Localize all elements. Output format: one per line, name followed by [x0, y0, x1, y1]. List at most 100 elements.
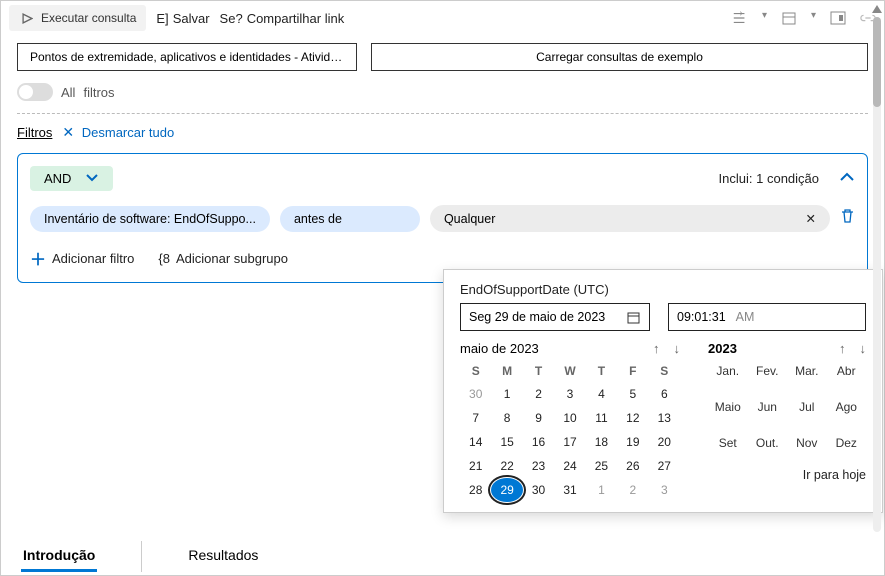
calendar-day[interactable]: 24	[554, 454, 585, 478]
calendar-day[interactable]: 1	[586, 478, 617, 502]
calendar-dow: F	[617, 364, 648, 378]
calendar-day[interactable]: 14	[460, 430, 491, 454]
tab-introduction[interactable]: Introdução	[21, 541, 97, 572]
calendar-month-cell[interactable]: Out.	[748, 436, 788, 450]
run-query-button[interactable]: Executar consulta	[9, 5, 146, 31]
calendar-day[interactable]: 11	[586, 406, 617, 430]
save-icon-text: E]	[156, 11, 168, 26]
calendar-day[interactable]: 31	[554, 478, 585, 502]
filter-value-pill[interactable]: Qualquer ✕	[430, 205, 830, 232]
calendar-day[interactable]: 19	[617, 430, 648, 454]
calendar-day[interactable]: 27	[649, 454, 680, 478]
scroll-up-icon[interactable]	[872, 5, 882, 13]
calendar-day[interactable]: 15	[491, 430, 522, 454]
panel-icon[interactable]	[830, 10, 846, 26]
prev-year-button[interactable]: ↑	[839, 341, 846, 356]
clear-all-button[interactable]: ✕ Desmarcar tudo	[62, 124, 174, 141]
calendar-day[interactable]: 5	[617, 382, 648, 406]
calendar-day[interactable]: 4	[586, 382, 617, 406]
calendar-month-cell[interactable]: Jul	[787, 400, 827, 414]
tab-results[interactable]: Resultados	[186, 541, 260, 572]
popup-title: EndOfSupportDate (UTC)	[460, 282, 866, 297]
calendar-day[interactable]: 2	[523, 382, 554, 406]
calendar-month-cell[interactable]: Mar.	[787, 364, 827, 378]
calendar-day[interactable]: 26	[617, 454, 648, 478]
calendar-day[interactable]: 1	[491, 382, 522, 406]
calendar-day[interactable]: 3	[554, 382, 585, 406]
breadcrumb-text: Pontos de extremidade, aplicativos e ide…	[30, 50, 354, 64]
calendar-day[interactable]: 12	[617, 406, 648, 430]
calendar-day[interactable]: 13	[649, 406, 680, 430]
calendar-month-cell[interactable]: Abr	[827, 364, 867, 378]
calendar-day[interactable]: 20	[649, 430, 680, 454]
clear-value-icon[interactable]: ✕	[806, 211, 816, 226]
calendar-month-cell[interactable]: Jan.	[708, 364, 748, 378]
load-examples-label: Carregar consultas de exemplo	[536, 50, 703, 64]
calendar-month-cell[interactable]: Jun	[748, 400, 788, 414]
filter-value-text: Qualquer	[444, 212, 495, 226]
calendar-day[interactable]: 30	[523, 478, 554, 502]
calendar-month-label[interactable]: maio de 2023	[460, 341, 653, 356]
calendar-day[interactable]: 17	[554, 430, 585, 454]
calendar-icon[interactable]	[781, 10, 797, 26]
delete-filter-button[interactable]	[840, 208, 855, 229]
chevron-down-icon[interactable]: ▾	[811, 10, 816, 26]
time-input[interactable]: 09:01:31 AM	[668, 303, 866, 331]
subgroup-icon-text: {8	[158, 251, 170, 266]
calendar-month-cell[interactable]: Maio	[708, 400, 748, 414]
calendar-year-label[interactable]: 2023	[708, 341, 839, 356]
chevron-down-icon[interactable]: ▾	[762, 10, 767, 26]
filter-field-pill[interactable]: Inventário de software: EndOfSuppo...	[30, 206, 270, 232]
toggle-filters-label: filtros	[83, 85, 114, 100]
run-query-label: Executar consulta	[41, 11, 136, 25]
chevron-down-icon	[85, 171, 99, 186]
and-operator-dropdown[interactable]: AND	[30, 166, 113, 191]
filter-operator-pill[interactable]: antes de	[280, 206, 420, 232]
share-link-button[interactable]: Se? Compartilhar link	[220, 11, 345, 26]
list-icon[interactable]	[732, 10, 748, 26]
calendar-day[interactable]: 6	[649, 382, 680, 406]
calendar-day[interactable]: 3	[649, 478, 680, 502]
prev-month-button[interactable]: ↑	[653, 341, 660, 356]
calendar-day[interactable]: 30	[460, 382, 491, 406]
add-subgroup-button[interactable]: {8 Adicionar subgrupo	[158, 246, 288, 270]
all-filters-toggle[interactable]	[17, 83, 53, 101]
divider	[17, 113, 868, 114]
calendar-month-cell[interactable]: Ago	[827, 400, 867, 414]
collapse-panel-button[interactable]	[839, 170, 855, 188]
calendar-month-cell[interactable]: Nov	[787, 436, 827, 450]
scroll-track[interactable]	[873, 17, 881, 532]
filters-label: Filtros	[17, 125, 52, 140]
share-label: Compartilhar link	[247, 11, 345, 26]
calendar-day[interactable]: 28	[460, 478, 491, 502]
calendar-month-cell[interactable]: Fev.	[748, 364, 788, 378]
calendar-month-cell[interactable]: Set	[708, 436, 748, 450]
go-to-today-button[interactable]: Ir para hoje	[708, 468, 866, 482]
date-input[interactable]: Seg 29 de maio de 2023	[460, 303, 650, 331]
next-month-button[interactable]: ↓	[674, 341, 681, 356]
calendar-day[interactable]: 23	[523, 454, 554, 478]
calendar-day[interactable]: 10	[554, 406, 585, 430]
play-icon	[19, 10, 35, 26]
calendar-day[interactable]: 16	[523, 430, 554, 454]
breadcrumb-button[interactable]: Pontos de extremidade, aplicativos e ide…	[17, 43, 357, 71]
calendar-day[interactable]: 21	[460, 454, 491, 478]
calendar-day[interactable]: 9	[523, 406, 554, 430]
save-button[interactable]: E] Salvar	[156, 11, 209, 26]
calendar-day[interactable]: 29	[491, 478, 522, 502]
calendar-day[interactable]: 18	[586, 430, 617, 454]
add-filter-button[interactable]: ＋ Adicionar filtro	[30, 246, 134, 270]
calendar-day[interactable]: 8	[491, 406, 522, 430]
calendar-month-cell[interactable]: Dez	[827, 436, 867, 450]
next-year-button[interactable]: ↓	[860, 341, 867, 356]
filter-operator-text: antes de	[294, 212, 342, 226]
calendar-day[interactable]: 7	[460, 406, 491, 430]
scroll-thumb[interactable]	[873, 17, 881, 107]
calendar-day[interactable]: 22	[491, 454, 522, 478]
calendar-day[interactable]: 2	[617, 478, 648, 502]
vertical-scrollbar[interactable]	[872, 5, 882, 565]
condition-count-label: Inclui: 1 condição	[719, 171, 819, 186]
calendar-dow: S	[649, 364, 680, 378]
load-example-queries-button[interactable]: Carregar consultas de exemplo	[371, 43, 868, 71]
calendar-day[interactable]: 25	[586, 454, 617, 478]
